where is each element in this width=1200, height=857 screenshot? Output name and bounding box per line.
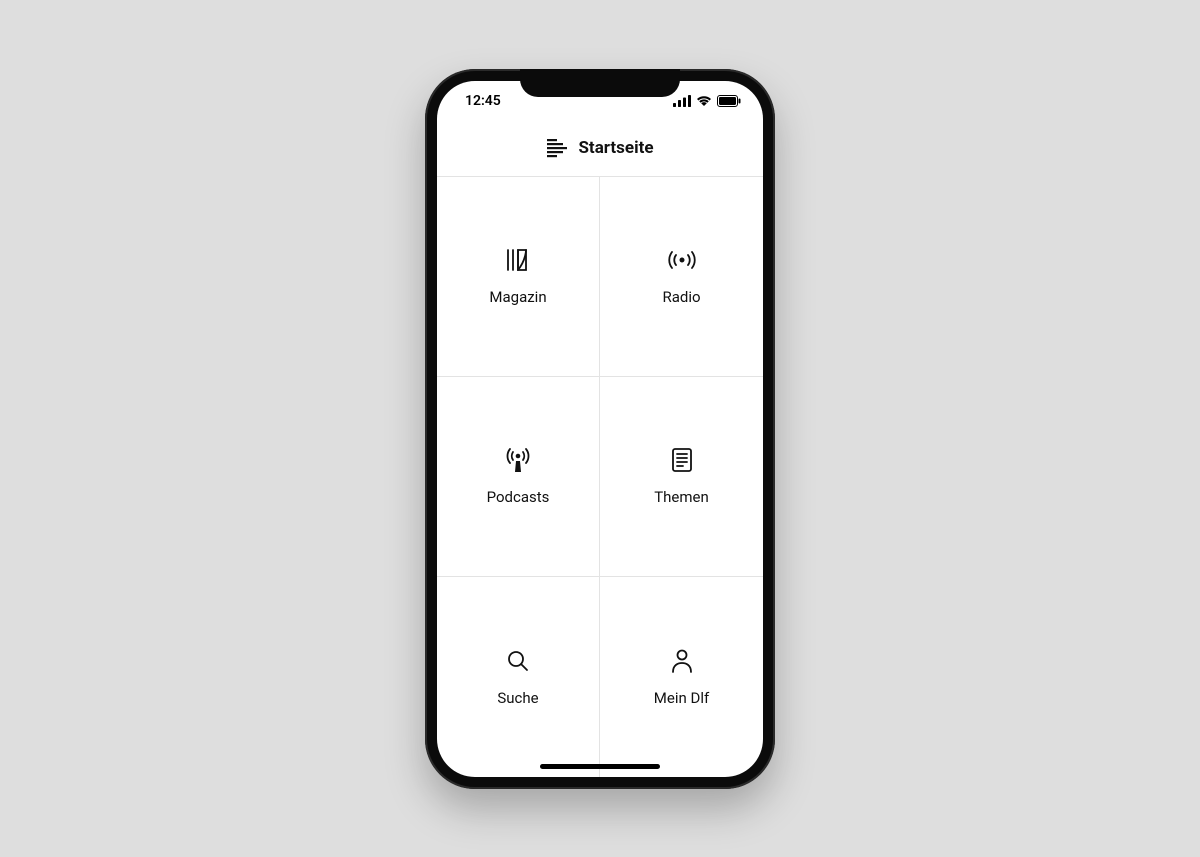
app-header: Startseite (437, 121, 763, 177)
phone-notch (520, 69, 680, 97)
battery-icon (717, 95, 741, 107)
cellular-signal-icon (673, 95, 691, 107)
wifi-icon (696, 95, 712, 107)
phone-screen: 12:45 (437, 81, 763, 777)
tile-label: Mein Dlf (654, 689, 709, 707)
app-logo-icon (546, 137, 568, 159)
document-icon (671, 446, 693, 474)
tile-mein-dlf[interactable]: Mein Dlf (600, 577, 763, 777)
tile-label: Suche (497, 689, 538, 707)
status-time: 12:45 (465, 93, 501, 109)
magazine-icon (504, 246, 532, 274)
tile-grid: Magazin Radio (437, 177, 763, 777)
tile-label: Radio (662, 288, 700, 306)
home-indicator[interactable] (540, 764, 660, 769)
status-right (673, 95, 741, 107)
podcast-icon (505, 446, 531, 474)
tile-podcasts[interactable]: Podcasts (437, 377, 600, 577)
tile-label: Podcasts (487, 488, 550, 506)
tile-suche[interactable]: Suche (437, 577, 600, 777)
page-title: Startseite (578, 138, 653, 158)
tile-themen[interactable]: Themen (600, 377, 763, 577)
tile-radio[interactable]: Radio (600, 177, 763, 377)
tile-label: Themen (654, 488, 709, 506)
person-icon (671, 647, 693, 675)
search-icon (506, 647, 530, 675)
phone-device: 12:45 (425, 69, 775, 789)
tile-label: Magazin (489, 288, 546, 306)
radio-icon (667, 246, 697, 274)
tile-magazin[interactable]: Magazin (437, 177, 600, 377)
